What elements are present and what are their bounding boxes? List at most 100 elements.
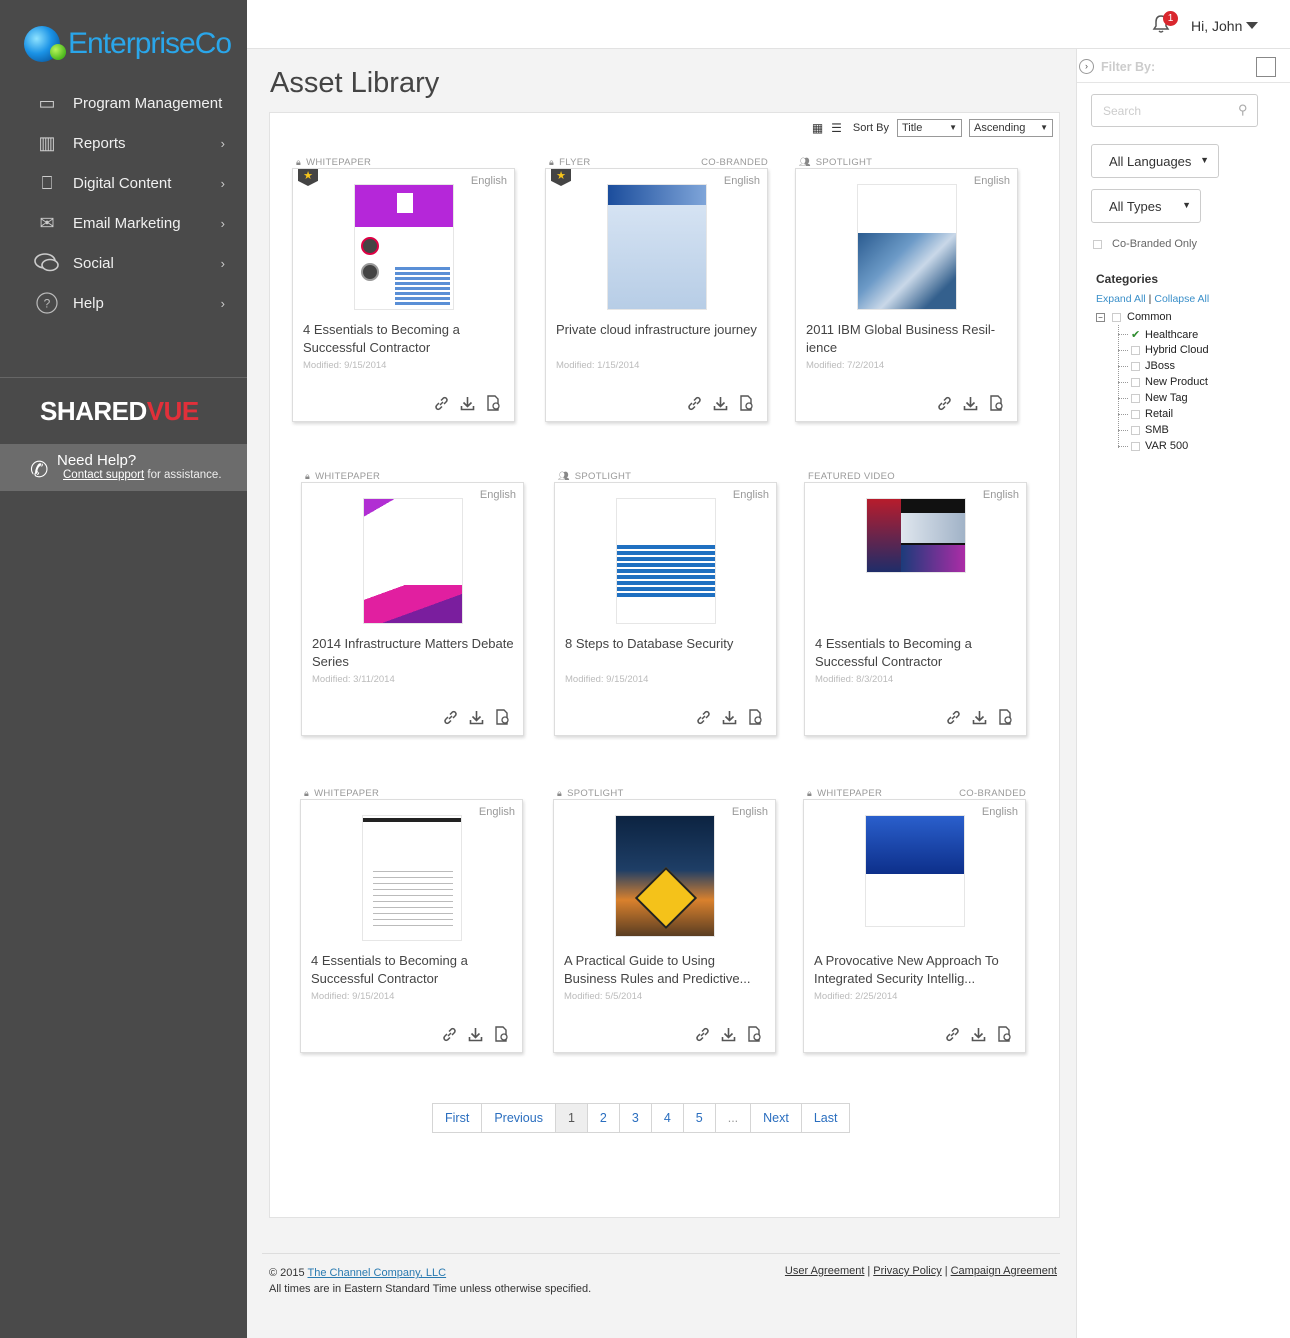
asset-thumbnail[interactable]: [856, 184, 957, 310]
category-checkbox[interactable]: [1131, 377, 1140, 387]
link-icon[interactable]: [937, 396, 952, 414]
document-details-icon[interactable]: [998, 709, 1013, 728]
download-icon[interactable]: [469, 710, 484, 728]
link-icon[interactable]: [434, 396, 449, 414]
tree-node-category[interactable]: New Product: [1118, 376, 1208, 388]
tree-node-category[interactable]: JBoss: [1118, 360, 1175, 372]
asset-title[interactable]: A Provocative New Approach To Integrated…: [814, 952, 1019, 988]
document-details-icon[interactable]: [997, 1026, 1012, 1045]
checkmark-icon[interactable]: ✔: [1131, 328, 1141, 341]
document-details-icon[interactable]: [486, 395, 501, 414]
page-2[interactable]: 2: [588, 1104, 620, 1132]
asset-thumbnail[interactable]: [614, 815, 715, 937]
category-checkbox[interactable]: [1131, 393, 1140, 403]
download-icon[interactable]: [713, 396, 728, 414]
link-icon[interactable]: [442, 1027, 457, 1045]
link-icon[interactable]: [695, 1027, 710, 1045]
sort-order-select[interactable]: Ascending ▼: [969, 119, 1053, 137]
nav-item-digital-content[interactable]: ⎕ Digital Content ›: [0, 163, 247, 203]
category-checkbox[interactable]: [1131, 409, 1140, 419]
language-select[interactable]: All Languages ▼: [1091, 144, 1219, 178]
tree-node-category[interactable]: VAR 500: [1118, 440, 1188, 452]
nav-item-program-management[interactable]: ▭ Program Management: [0, 83, 247, 123]
asset-title[interactable]: 4 Essentials to Becoming a Successful Co…: [815, 635, 1020, 671]
document-details-icon[interactable]: [748, 709, 763, 728]
document-details-icon[interactable]: [494, 1026, 509, 1045]
company-link[interactable]: The Channel Company, LLC: [308, 1267, 447, 1279]
asset-card[interactable]: English 2014 Infrastructure Matters Debat…: [301, 482, 524, 736]
nav-item-email-marketing[interactable]: ✉ Email Marketing ›: [0, 203, 247, 243]
category-checkbox[interactable]: [1131, 345, 1140, 355]
category-checkbox[interactable]: [1131, 361, 1140, 371]
page-5[interactable]: 5: [684, 1104, 716, 1132]
asset-thumbnail[interactable]: [353, 184, 454, 310]
asset-title[interactable]: A Practical Guide to Using Business Rule…: [564, 952, 769, 988]
document-details-icon[interactable]: [739, 395, 754, 414]
filter-search-input[interactable]: Search: [1091, 94, 1258, 127]
page-first[interactable]: First: [433, 1104, 483, 1132]
user-agreement-link[interactable]: User Agreement: [785, 1265, 864, 1277]
tree-node-category[interactable]: New Tag: [1118, 392, 1188, 404]
asset-card[interactable]: English A Provocative New Approach To Int…: [803, 799, 1026, 1053]
caret-down-icon[interactable]: [1246, 22, 1258, 29]
link-icon[interactable]: [946, 710, 961, 728]
category-checkbox[interactable]: [1131, 425, 1140, 435]
type-select[interactable]: All Types ▼: [1091, 189, 1201, 223]
category-checkbox[interactable]: [1112, 312, 1121, 322]
expand-all-link[interactable]: Expand All: [1096, 293, 1146, 305]
asset-thumbnail[interactable]: [865, 498, 966, 573]
tree-collapse-icon[interactable]: −: [1096, 312, 1105, 322]
collapse-panel-icon[interactable]: ›: [1079, 59, 1094, 74]
tree-node-category[interactable]: SMB: [1118, 424, 1169, 436]
page-last[interactable]: Last: [802, 1104, 850, 1132]
brand-logo[interactable]: EnterpriseCo: [24, 22, 232, 66]
tree-node-category[interactable]: Retail: [1118, 408, 1173, 420]
asset-card[interactable]: ★ English Private cloud infrastructure jou…: [545, 168, 768, 422]
asset-card[interactable]: English 2011 IBM Global Business Resil-ie…: [795, 168, 1018, 422]
asset-card[interactable]: English 4 Essentials to Becoming a Succes…: [300, 799, 523, 1053]
nav-item-social[interactable]: Social ›: [0, 243, 247, 283]
asset-title[interactable]: 2014 Infrastructure Matters Debate Serie…: [312, 635, 517, 671]
asset-title[interactable]: 4 Essentials to Becoming a Successful Co…: [303, 321, 508, 357]
download-icon[interactable]: [971, 1027, 986, 1045]
panel-toggle-icon[interactable]: [1256, 57, 1276, 77]
document-details-icon[interactable]: [495, 709, 510, 728]
asset-title[interactable]: 8 Steps to Database Security: [565, 635, 770, 653]
asset-card[interactable]: ★ English 4 Essentials to Becoming a Succe…: [292, 168, 515, 422]
asset-card[interactable]: English 4 Essentials to Becoming a Succes…: [804, 482, 1027, 736]
contact-support-link[interactable]: Contact support: [63, 469, 144, 481]
document-details-icon[interactable]: [747, 1026, 762, 1045]
tree-node-common[interactable]: − Common: [1096, 311, 1172, 323]
privacy-policy-link[interactable]: Privacy Policy: [873, 1265, 941, 1277]
page-next[interactable]: Next: [751, 1104, 802, 1132]
asset-thumbnail[interactable]: [864, 815, 965, 927]
download-icon[interactable]: [963, 396, 978, 414]
collapse-all-link[interactable]: Collapse All: [1154, 293, 1209, 305]
asset-thumbnail[interactable]: [615, 498, 716, 624]
asset-card[interactable]: English 8 Steps to Database Security Modif…: [554, 482, 777, 736]
cobranded-only-row[interactable]: Co-Branded Only: [1093, 238, 1197, 250]
document-details-icon[interactable]: [989, 395, 1004, 414]
page-1[interactable]: 1: [555, 1104, 588, 1132]
download-icon[interactable]: [972, 710, 987, 728]
tree-node-category[interactable]: Hybrid Cloud: [1118, 344, 1209, 356]
campaign-agreement-link[interactable]: Campaign Agreement: [951, 1265, 1057, 1277]
category-checkbox[interactable]: [1131, 441, 1140, 451]
link-icon[interactable]: [696, 710, 711, 728]
nav-item-help[interactable]: ? Help ›: [0, 283, 247, 323]
user-greeting[interactable]: Hi, John: [1191, 18, 1242, 34]
tree-node-category[interactable]: ✔ Healthcare: [1118, 328, 1198, 341]
page-previous[interactable]: Previous: [482, 1104, 556, 1132]
asset-thumbnail[interactable]: [606, 184, 707, 310]
download-icon[interactable]: [722, 710, 737, 728]
page-4[interactable]: 4: [652, 1104, 684, 1132]
asset-card[interactable]: English A Practical Guide to Using Busine…: [553, 799, 776, 1053]
search-icon[interactable]: ⚲: [1238, 102, 1248, 118]
nav-item-reports[interactable]: ▥ Reports ›: [0, 123, 247, 163]
sort-field-select[interactable]: Title ▼: [897, 119, 962, 137]
asset-title[interactable]: 4 Essentials to Becoming a Successful Co…: [311, 952, 516, 988]
download-icon[interactable]: [460, 396, 475, 414]
grid-view-icon[interactable]: ▦: [812, 121, 823, 135]
link-icon[interactable]: [687, 396, 702, 414]
page-3[interactable]: 3: [620, 1104, 652, 1132]
